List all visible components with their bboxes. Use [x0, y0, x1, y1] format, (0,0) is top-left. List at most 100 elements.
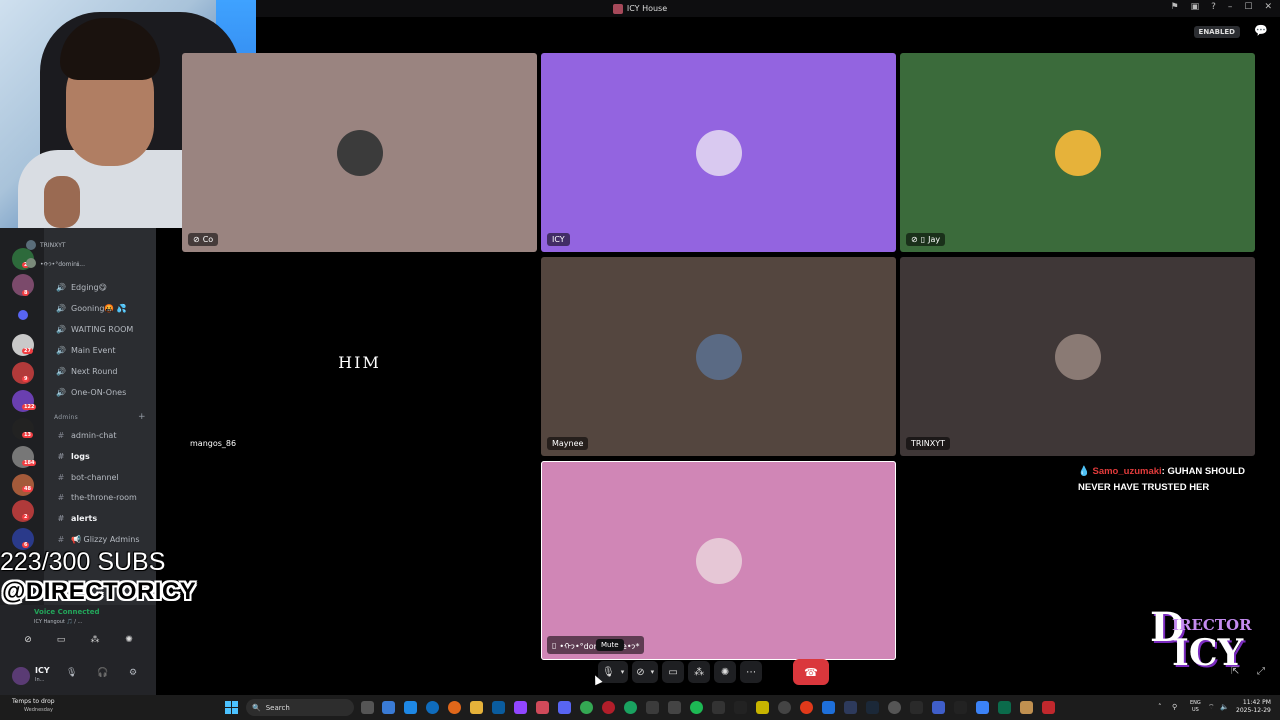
taskbar-app-icon[interactable] [404, 701, 417, 714]
minimize-button[interactable]: – [1228, 2, 1233, 12]
video-off-icon[interactable]: ⊘ [14, 635, 42, 651]
hash-icon: # [57, 451, 65, 461]
activities-button[interactable]: ⁂ [688, 661, 711, 683]
gear-icon[interactable]: ⚙ [129, 668, 137, 678]
taskbar-app-icon[interactable] [668, 701, 681, 714]
participant-tile[interactable]: ⊘ ▯ Jay [900, 53, 1255, 252]
discord-icon[interactable] [558, 701, 571, 714]
taskbar-app-icon[interactable] [888, 701, 901, 714]
screen-share-icon[interactable]: ▭ [47, 635, 75, 651]
channel-alerts[interactable]: # alerts [56, 511, 97, 525]
screen-share-button[interactable]: ▭ [662, 661, 685, 683]
channel-next-round[interactable]: 🔊 Next Round [56, 364, 117, 378]
voice-location[interactable]: ICY Hangout 🎵 / ... [34, 619, 82, 625]
taskbar-app-icon[interactable] [998, 701, 1011, 714]
taskbar-app-icon[interactable] [382, 701, 395, 714]
mute-button[interactable]: 🎙 ▾ [598, 661, 629, 683]
chat-bubble-icon[interactable]: 💬 [1254, 24, 1268, 37]
twitch-icon[interactable] [514, 701, 527, 714]
maximize-button[interactable]: ☐ [1244, 2, 1252, 12]
firefox-icon[interactable] [448, 701, 461, 714]
camera-button[interactable]: ⊘ ▾ [632, 661, 659, 683]
taskbar-app-icon[interactable] [646, 701, 659, 714]
microphone-icon: 🎙 [602, 666, 615, 678]
taskbar-app-icon[interactable] [734, 701, 747, 714]
channel-edging[interactable]: 🔊 Edging😋 [56, 280, 107, 294]
start-button[interactable] [225, 701, 238, 714]
channel-waiting-room[interactable]: 🔊 WAITING ROOM [56, 322, 133, 336]
wifi-icon[interactable]: ⌔ [1208, 703, 1215, 712]
popout-icon[interactable]: ▣ [1191, 2, 1200, 12]
voice-user[interactable]: TRINXYT [26, 238, 66, 252]
status-badge: ENABLED [1193, 26, 1240, 38]
chrome-icon[interactable] [580, 701, 593, 714]
add-channel-icon[interactable]: + [138, 412, 146, 422]
participant-tile[interactable]: ICY [541, 53, 896, 252]
participant-tile[interactable]: TRINXYT [900, 257, 1255, 456]
taskbar-app-icon[interactable] [361, 701, 374, 714]
participant-tile[interactable]: ▯•ᡣ𐭩•°dominℹque•𐭩* [541, 461, 896, 660]
steam-icon[interactable] [866, 701, 879, 714]
speaker-icon: 🔊 [56, 303, 66, 313]
clock[interactable]: 11:42 PM 2025-12-29 [1236, 699, 1271, 715]
tray-icon[interactable]: ⚲ [1172, 703, 1177, 711]
weather-widget[interactable]: Temps to drop [12, 698, 55, 705]
soundboard-icon[interactable]: ✺ [115, 635, 143, 651]
close-button[interactable]: ✕ [1264, 2, 1272, 12]
server-folder-icon[interactable] [18, 310, 28, 320]
taskbar-app-icon[interactable] [712, 701, 725, 714]
taskbar-app-icon[interactable] [1042, 701, 1055, 714]
taskbar-app-icon[interactable] [800, 701, 813, 714]
participant-tile[interactable]: HIM mangos_86 [182, 257, 537, 456]
microphone-icon[interactable]: 🎙 [66, 668, 77, 678]
activity-icon[interactable]: ⁂ [81, 635, 109, 651]
popout-icon[interactable]: ⇱ [1231, 666, 1239, 677]
taskbar-app-icon[interactable] [1020, 701, 1033, 714]
x-icon[interactable] [954, 701, 967, 714]
opera-icon[interactable] [602, 701, 615, 714]
participant-tile[interactable]: Maynee [541, 257, 896, 456]
language-indicator[interactable]: ENG US [1190, 700, 1201, 714]
volume-icon[interactable]: 🔈 [1220, 703, 1229, 711]
windows-taskbar [0, 695, 1280, 720]
taskbar-app-icon[interactable] [844, 701, 857, 714]
category-admins[interactable]: Admins [54, 414, 78, 421]
speaker-icon: 🔊 [56, 387, 66, 397]
channel-bot-channel[interactable]: # bot-channel [56, 470, 119, 484]
channel-one-on-ones[interactable]: 🔊 One-ON-Ones [56, 385, 126, 399]
fullscreen-icon[interactable]: ⤢ [1257, 666, 1265, 677]
taskbar-search[interactable]: 🔍 Search [246, 699, 354, 716]
channel-main-event[interactable]: 🔊 Main Event [56, 343, 116, 357]
taskbar-app-icon[interactable] [536, 701, 549, 714]
headphones-icon[interactable]: 🎧 [97, 668, 108, 678]
voice-user[interactable]: •ᡣ𐭩•°dominℹ... [26, 256, 85, 270]
avatar [695, 333, 742, 380]
channel-logs[interactable]: # logs [56, 449, 90, 463]
server-icon[interactable] [12, 474, 34, 496]
taskbar-app-icon[interactable] [492, 701, 505, 714]
chevron-down-icon[interactable]: ▾ [621, 668, 625, 676]
taskbar-app-icon[interactable] [976, 701, 989, 714]
help-icon[interactable]: ? [1211, 2, 1216, 12]
file-explorer-icon[interactable] [470, 701, 483, 714]
taskbar-app-icon[interactable] [910, 701, 923, 714]
taskbar-app-icon[interactable] [756, 701, 769, 714]
channel-gooning[interactable]: 🔊 Gooning🤬 💦 [56, 301, 127, 315]
taskbar-app-icon[interactable] [932, 701, 945, 714]
inbox-icon[interactable]: ⚑ [1171, 2, 1179, 12]
avatar[interactable] [12, 667, 30, 685]
disconnect-button[interactable]: ☎ [793, 659, 829, 685]
channel-glizzy-admins[interactable]: # 📢 Glizzy Admins [56, 532, 140, 546]
taskbar-app-icon[interactable] [822, 701, 835, 714]
more-button[interactable]: ⋯ [740, 661, 763, 683]
soundboard-button[interactable]: ✺ [714, 661, 737, 683]
spotify-icon[interactable] [690, 701, 703, 714]
channel-throne-room[interactable]: # the-throne-room [56, 490, 137, 504]
taskbar-app-icon[interactable] [624, 701, 637, 714]
edge-icon[interactable] [426, 701, 439, 714]
channel-admin-chat[interactable]: # admin-chat [56, 428, 117, 442]
chevron-down-icon[interactable]: ▾ [651, 668, 655, 676]
taskbar-app-icon[interactable] [778, 701, 791, 714]
participant-tile[interactable]: ⊘ Co [182, 53, 537, 252]
tray-overflow-icon[interactable]: ˄ [1158, 703, 1162, 711]
